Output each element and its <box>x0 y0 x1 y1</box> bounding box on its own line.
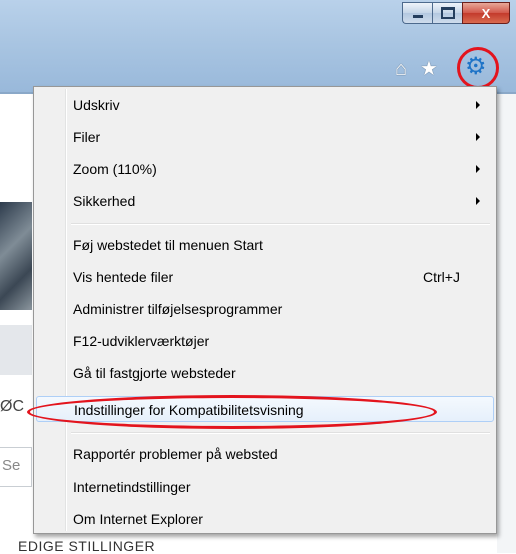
background-footer-text: EDIGE STILLINGER <box>18 538 156 554</box>
background-text-fragment: ØC <box>0 398 24 415</box>
menu-separator <box>71 432 490 434</box>
menu-item-security[interactable]: Sikkerhed <box>36 188 494 214</box>
menu-item-label: Gå til fastgjorte websteder <box>73 365 236 381</box>
menu-item-zoom[interactable]: Zoom (110%) <box>36 156 494 182</box>
close-button[interactable]: X <box>462 2 510 24</box>
window-chrome: X ⌂ ★ ⚙ <box>0 0 516 94</box>
minimize-button[interactable] <box>402 2 432 24</box>
maximize-icon <box>440 7 455 19</box>
menu-item-manage-addons[interactable]: Administrer tilføjelsesprogrammer <box>36 296 494 322</box>
gear-highlight-annotation <box>457 47 499 89</box>
menu-item-add-site-to-start[interactable]: Føj webstedet til menuen Start <box>36 232 494 258</box>
menu-item-shortcut: Ctrl+J <box>423 269 460 285</box>
menu-item-view-downloads[interactable]: Vis hentede filer Ctrl+J <box>36 264 494 290</box>
menu-item-f12-developer-tools[interactable]: F12-udviklerværktøjer <box>36 328 494 354</box>
menu-item-label: F12-udviklerværktøjer <box>73 333 210 349</box>
favorites-star-icon[interactable]: ★ <box>420 58 438 80</box>
menu-item-internet-options[interactable]: Internetindstillinger <box>36 474 494 500</box>
menu-item-label: Om Internet Explorer <box>73 511 203 527</box>
menu-item-label: Administrer tilføjelsesprogrammer <box>73 301 283 317</box>
highlight-oval-annotation <box>27 395 437 429</box>
background-search-input[interactable]: Se <box>0 447 32 487</box>
menu-item-files[interactable]: Filer <box>36 124 494 150</box>
submenu-arrow-icon <box>476 133 480 141</box>
menu-item-print[interactable]: Udskriv <box>36 92 494 118</box>
menu-item-label: Filer <box>73 129 101 145</box>
menu-item-label: Sikkerhed <box>73 193 136 209</box>
submenu-arrow-icon <box>476 197 480 205</box>
menu-item-about-internet-explorer[interactable]: Om Internet Explorer <box>36 506 494 532</box>
menu-item-label: Føj webstedet til menuen Start <box>73 237 263 253</box>
background-right-edge <box>497 94 516 553</box>
menu-item-pinned-sites[interactable]: Gå til fastgjorte websteder <box>36 360 494 386</box>
menu-item-label: Zoom (110%) <box>73 161 157 177</box>
menu-item-label: Udskriv <box>73 97 120 113</box>
minimize-icon <box>412 15 423 18</box>
tools-menu: Udskriv Filer Zoom (110%) Sikkerhed Føj … <box>33 86 497 534</box>
submenu-arrow-icon <box>476 165 480 173</box>
menu-item-label: Rapportér problemer på websted <box>73 446 278 462</box>
maximize-button[interactable] <box>432 2 462 24</box>
menu-item-report-website-problems[interactable]: Rapportér problemer på websted <box>36 441 494 467</box>
background-photo <box>0 202 32 310</box>
submenu-arrow-icon <box>476 101 480 109</box>
menu-item-label: Internetindstillinger <box>73 479 191 495</box>
menu-item-label: Vis hentede filer <box>73 269 174 285</box>
menu-separator <box>71 223 490 225</box>
home-icon[interactable]: ⌂ <box>395 58 407 80</box>
background-band <box>0 325 32 375</box>
